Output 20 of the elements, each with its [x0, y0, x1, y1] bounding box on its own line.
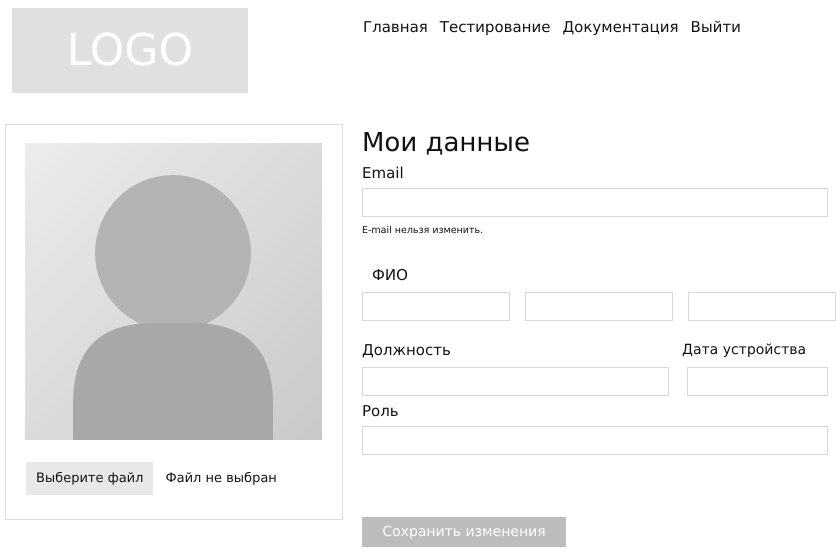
fio-label: ФИО: [372, 266, 408, 284]
role-label: Роль: [362, 402, 399, 420]
page-title: Мои данные: [362, 128, 530, 158]
email-field[interactable]: [362, 188, 828, 217]
choose-file-button[interactable]: Выберите файл: [26, 462, 154, 495]
name-field[interactable]: [688, 292, 836, 321]
position-field[interactable]: [362, 367, 669, 396]
email-hint: E-mail нельзя изменить.: [362, 225, 484, 236]
nav-link[interactable]: Документация: [562, 18, 679, 38]
role-field[interactable]: [362, 426, 828, 455]
file-status: Файл не выбран: [165, 471, 277, 486]
avatar-silhouette-icon: [25, 143, 322, 440]
nav-link[interactable]: Тестирование: [440, 18, 550, 38]
start-date-field[interactable]: [687, 367, 828, 396]
name-field[interactable]: [525, 292, 673, 321]
name-field[interactable]: [362, 292, 510, 321]
start-date-label: Дата устройства: [682, 341, 808, 359]
nav-link[interactable]: Выйти: [690, 18, 741, 38]
email-label: Email: [362, 164, 404, 182]
nav-link[interactable]: Главная: [363, 18, 428, 38]
